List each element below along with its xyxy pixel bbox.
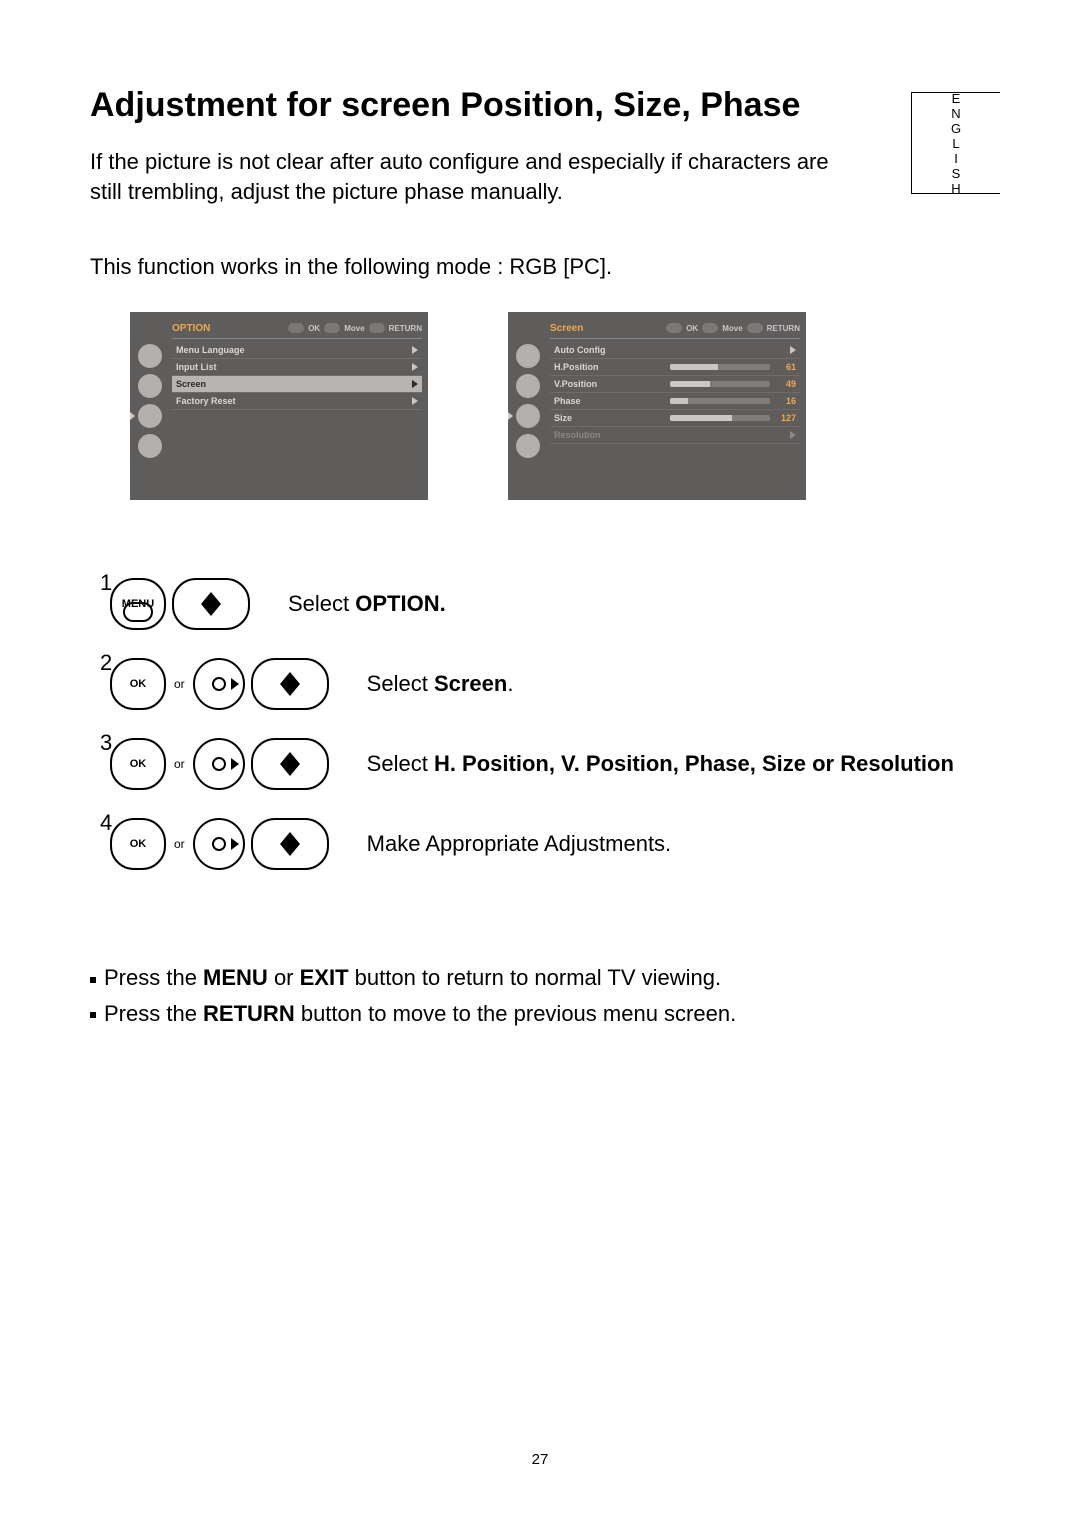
step-3: 3 OK or Select H. Position, V. Position,… bbox=[96, 738, 990, 790]
slider bbox=[670, 415, 770, 421]
ok-button: OK bbox=[110, 818, 166, 870]
osd-row-label: Screen bbox=[176, 379, 206, 389]
osd-row: Factory Reset bbox=[172, 393, 422, 410]
osd-title: Screen bbox=[550, 323, 583, 334]
slider-value: 61 bbox=[774, 362, 796, 372]
osd-row-label: H.Position bbox=[554, 362, 599, 372]
up-down-button bbox=[251, 818, 329, 870]
osd-title: OPTION bbox=[172, 323, 210, 334]
osd-row: Input List bbox=[172, 359, 422, 376]
osd-option-menu: OPTION OK Move RETURN Menu Language Input… bbox=[130, 312, 428, 500]
mode-line: This function works in the following mod… bbox=[90, 254, 990, 280]
step-text: Select H. Position, V. Position, Phase, … bbox=[367, 751, 990, 777]
joystick-button bbox=[193, 818, 245, 870]
ok-button: OK bbox=[110, 658, 166, 710]
or-label: or bbox=[174, 837, 185, 851]
picture-icon bbox=[516, 344, 540, 368]
slider bbox=[670, 364, 770, 370]
step-text: Make Appropriate Adjustments. bbox=[367, 831, 990, 857]
osd-row: Screen bbox=[172, 376, 422, 393]
osd-row-label: Auto Config bbox=[554, 345, 605, 355]
slider bbox=[670, 381, 770, 387]
osd-row: Phase 16 bbox=[550, 393, 800, 410]
osd-row: V.Position 49 bbox=[550, 376, 800, 393]
up-down-button bbox=[251, 658, 329, 710]
osd-screen-menu: Screen OK Move RETURN Auto Config H.Posit… bbox=[508, 312, 806, 500]
setup-icon bbox=[138, 434, 162, 458]
slider-value: 49 bbox=[774, 379, 796, 389]
step-1: 1 MENU Select OPTION. bbox=[96, 578, 990, 630]
slider bbox=[670, 398, 770, 404]
step-4: 4 OK or Make Appropriate Adjustments. bbox=[96, 818, 990, 870]
osd-row-label: Factory Reset bbox=[176, 396, 236, 406]
option-icon bbox=[138, 404, 162, 428]
osd-row: Menu Language bbox=[172, 342, 422, 359]
joystick-button bbox=[193, 658, 245, 710]
step-number: 4 bbox=[100, 810, 112, 836]
osd-row-label: Resolution bbox=[554, 430, 601, 440]
slider-value: 16 bbox=[774, 396, 796, 406]
osd-row-label: Size bbox=[554, 413, 572, 423]
osd-row-label: Menu Language bbox=[176, 345, 245, 355]
step-number: 3 bbox=[100, 730, 112, 756]
step-text: Select OPTION. bbox=[288, 591, 990, 617]
or-label: or bbox=[174, 677, 185, 691]
joystick-button bbox=[193, 738, 245, 790]
sound-icon bbox=[138, 374, 162, 398]
option-icon bbox=[516, 404, 540, 428]
page-number: 27 bbox=[0, 1451, 1080, 1468]
picture-icon bbox=[138, 344, 162, 368]
menu-button: MENU bbox=[110, 578, 166, 630]
ok-button: OK bbox=[110, 738, 166, 790]
osd-row: H.Position 61 bbox=[550, 359, 800, 376]
step-2: 2 OK or Select Screen. bbox=[96, 658, 990, 710]
osd-hints: OK Move RETURN bbox=[288, 323, 422, 333]
setup-icon bbox=[516, 434, 540, 458]
footer-notes: Press the MENU or EXIT button to return … bbox=[90, 960, 990, 1030]
step-number: 2 bbox=[100, 650, 112, 676]
osd-row-label: V.Position bbox=[554, 379, 597, 389]
or-label: or bbox=[174, 757, 185, 771]
osd-row: Auto Config bbox=[550, 342, 800, 359]
page-title: Adjustment for screen Position, Size, Ph… bbox=[90, 86, 990, 125]
osd-row: Size 127 bbox=[550, 410, 800, 427]
slider-value: 127 bbox=[774, 413, 796, 423]
osd-row-label: Input List bbox=[176, 362, 217, 372]
up-down-button bbox=[251, 738, 329, 790]
step-number: 1 bbox=[100, 570, 112, 596]
osd-hints: OK Move RETURN bbox=[666, 323, 800, 333]
sound-icon bbox=[516, 374, 540, 398]
intro-paragraph: If the picture is not clear after auto c… bbox=[90, 147, 850, 206]
osd-row-label: Phase bbox=[554, 396, 581, 406]
up-down-button bbox=[172, 578, 250, 630]
osd-row: Resolution bbox=[550, 427, 800, 444]
step-text: Select Screen. bbox=[367, 671, 990, 697]
